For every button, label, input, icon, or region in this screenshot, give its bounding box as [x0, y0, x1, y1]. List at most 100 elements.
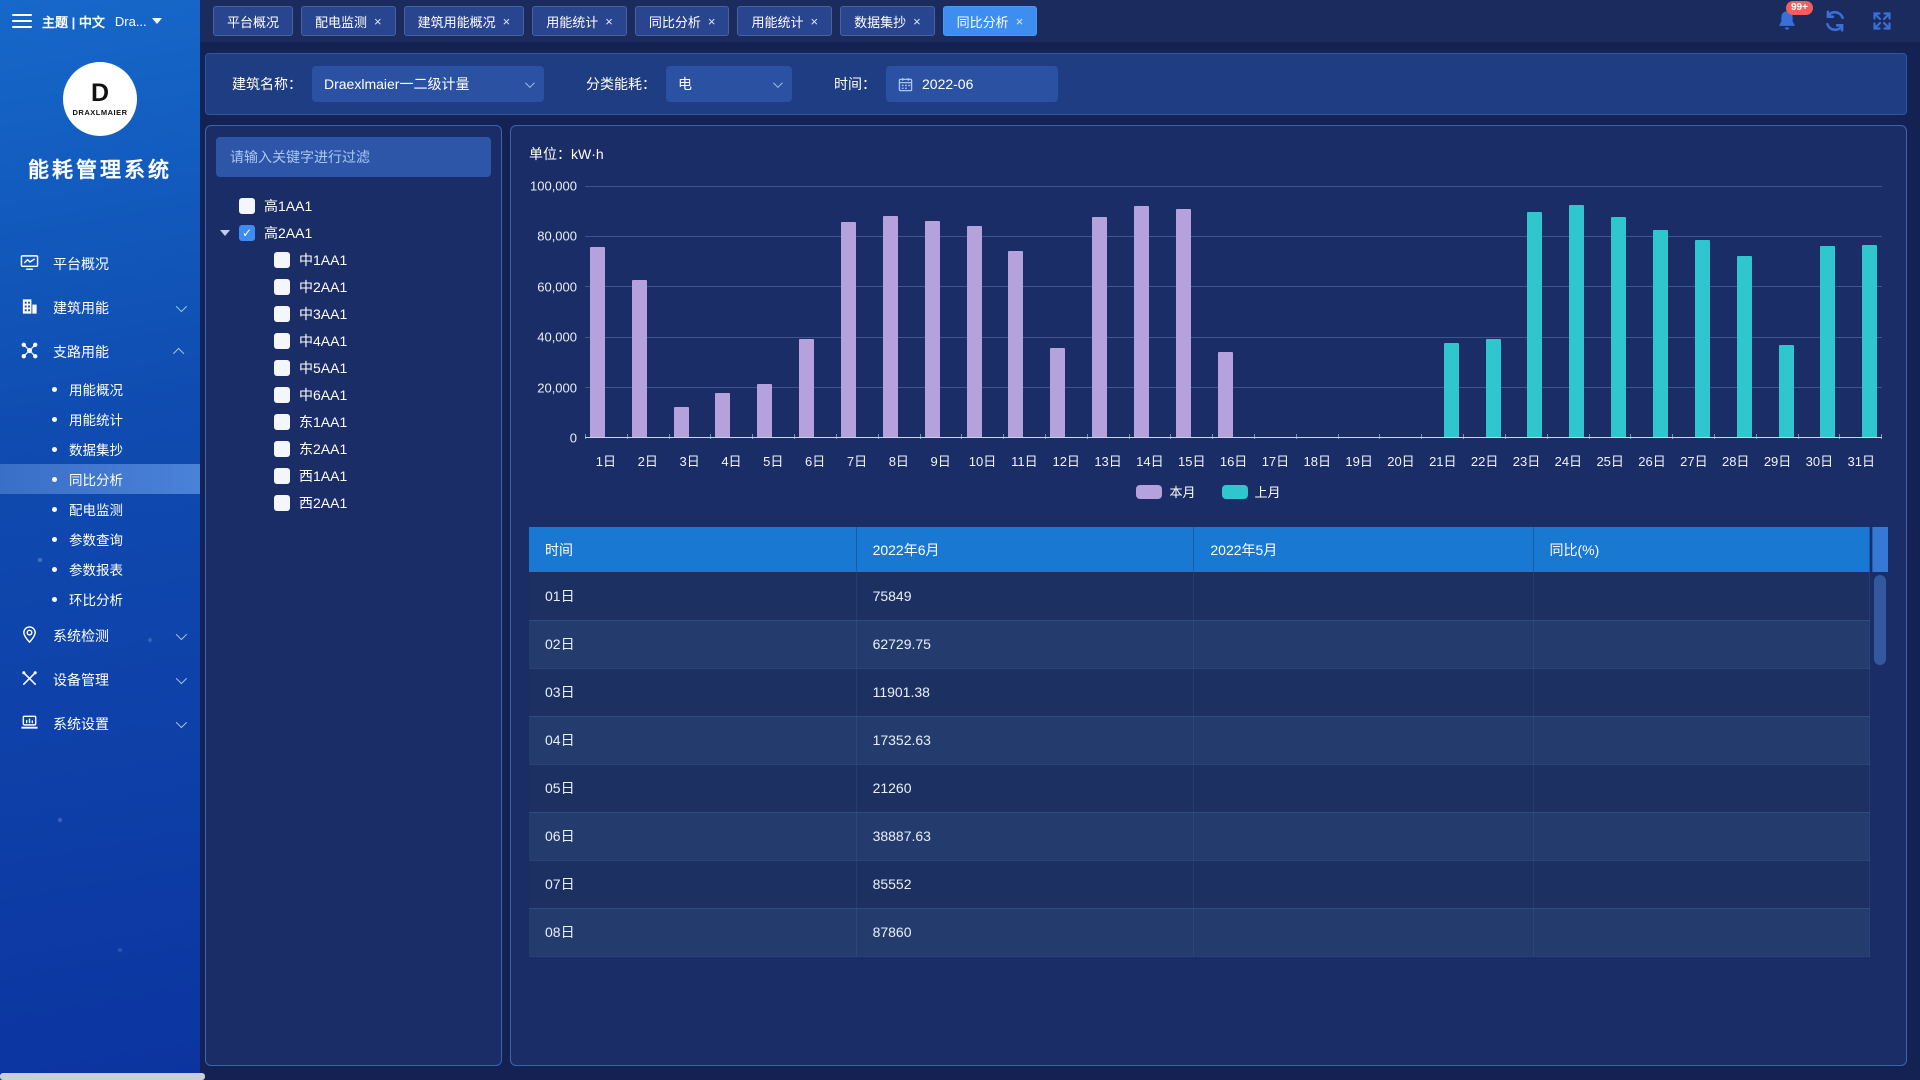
legend-item-上月[interactable]: 上月 — [1222, 482, 1281, 501]
y-axis-tick-label: 20,000 — [537, 380, 577, 395]
tab-同比分析-7[interactable]: 同比分析× — [943, 6, 1038, 36]
tree-node-西1AA1[interactable]: 西1AA1 — [216, 462, 491, 489]
tree-node-东1AA1[interactable]: 东1AA1 — [216, 408, 491, 435]
tab-close-icon[interactable]: × — [374, 15, 382, 28]
table-cell — [1533, 812, 1869, 860]
checkbox-中4AA1[interactable] — [274, 333, 290, 349]
tree-node-中3AA1[interactable]: 中3AA1 — [216, 300, 491, 327]
tab-平台概况-0[interactable]: 平台概况 — [213, 6, 293, 36]
horizontal-scrollbar[interactable] — [0, 1073, 205, 1080]
table-vertical-scrollbar[interactable] — [1874, 575, 1886, 665]
user-menu[interactable]: Dra... — [115, 14, 162, 29]
checkbox-西2AA1[interactable] — [274, 495, 290, 511]
x-axis-tick-label: 28日 — [1715, 451, 1757, 470]
sidebar-item-系统设置[interactable]: 系统设置 — [0, 702, 200, 746]
tick — [795, 434, 837, 439]
sidebar-subitem-用能统计[interactable]: 用能统计 — [0, 404, 200, 434]
tab-close-icon[interactable]: × — [708, 15, 716, 28]
bar-slot-9日 — [920, 186, 962, 437]
fullscreen-icon[interactable] — [1870, 9, 1894, 33]
tab-close-icon[interactable]: × — [810, 15, 818, 28]
sidebar-subitem-数据集抄[interactable]: 数据集抄 — [0, 434, 200, 464]
tree-node-西2AA1[interactable]: 西2AA1 — [216, 489, 491, 516]
tab-close-icon[interactable]: × — [913, 15, 921, 28]
sidebar-subitem-用能概况[interactable]: 用能概况 — [0, 374, 200, 404]
tree-node-中5AA1[interactable]: 中5AA1 — [216, 354, 491, 381]
table-cell: 08日 — [529, 908, 856, 956]
x-axis-tick-label: 29日 — [1757, 451, 1799, 470]
tab-close-icon[interactable]: × — [1016, 15, 1024, 28]
legend-label: 本月 — [1169, 482, 1195, 501]
caret-expanded-icon[interactable] — [220, 230, 230, 236]
x-axis-tick-label: 20日 — [1380, 451, 1422, 470]
table-cell — [1533, 572, 1869, 620]
tab-建筑用能概况-2[interactable]: 建筑用能概况× — [404, 6, 525, 36]
bar-上月-24日 — [1569, 205, 1584, 437]
sidebar-subitem-配电监测[interactable]: 配电监测 — [0, 494, 200, 524]
tick — [1213, 434, 1255, 439]
checkbox-西1AA1[interactable] — [274, 468, 290, 484]
tick — [1464, 434, 1506, 439]
table-cell: 03日 — [529, 668, 856, 716]
bar-上月-21日 — [1444, 343, 1459, 437]
subitem-label: 用能统计 — [69, 409, 123, 429]
theme-language-label[interactable]: 主题 | 中文 — [42, 12, 105, 31]
checkbox-中3AA1[interactable] — [274, 306, 290, 322]
sidebar-subitem-参数查询[interactable]: 参数查询 — [0, 524, 200, 554]
topbar: 平台概况配电监测×建筑用能概况×用能统计×同比分析×用能统计×数据集抄×同比分析… — [200, 0, 1920, 42]
tools-icon — [20, 669, 39, 691]
chevron-down-icon — [176, 629, 187, 640]
table-cell — [1194, 764, 1533, 812]
tab-同比分析-4[interactable]: 同比分析× — [635, 6, 730, 36]
tree-node-中4AA1[interactable]: 中4AA1 — [216, 327, 491, 354]
bar-本月-4日 — [715, 393, 730, 437]
sidebar-item-平台概况[interactable]: 平台概况 — [0, 242, 200, 286]
sidebar-subitem-参数报表[interactable]: 参数报表 — [0, 554, 200, 584]
table-cell: 11901.38 — [856, 668, 1194, 716]
tree-node-高1AA1[interactable]: 高1AA1 — [216, 192, 491, 219]
menu-item-label: 平台概况 — [53, 254, 109, 274]
x-axis-tick-label: 19日 — [1338, 451, 1380, 470]
sidebar-subitem-环比分析[interactable]: 环比分析 — [0, 584, 200, 614]
month-picker[interactable]: 2022-06 — [886, 66, 1058, 102]
sidebar-item-设备管理[interactable]: 设备管理 — [0, 658, 200, 702]
table-cell — [1533, 860, 1869, 908]
checkbox-东1AA1[interactable] — [274, 414, 290, 430]
bar-本月-13日 — [1092, 217, 1107, 437]
tab-用能统计-3[interactable]: 用能统计× — [532, 6, 627, 36]
tab-用能统计-5[interactable]: 用能统计× — [737, 6, 832, 36]
chevron-down-icon — [525, 78, 535, 88]
notification-bell-icon[interactable]: 99+ — [1774, 8, 1800, 34]
tab-close-icon[interactable]: × — [503, 15, 511, 28]
tree-search-input[interactable] — [216, 137, 491, 177]
tab-数据集抄-6[interactable]: 数据集抄× — [840, 6, 935, 36]
tree-node-中6AA1[interactable]: 中6AA1 — [216, 381, 491, 408]
building-select[interactable]: Draexlmaier一二级计量 — [312, 66, 544, 102]
bar-本月-9日 — [925, 221, 940, 437]
refresh-icon[interactable] — [1822, 8, 1848, 34]
tab-配电监测-1[interactable]: 配电监测× — [301, 6, 396, 36]
sidebar-subitem-同比分析[interactable]: 同比分析 — [0, 464, 200, 494]
hamburger-menu-icon[interactable] — [12, 14, 32, 28]
sidebar-item-系统检测[interactable]: 系统检测 — [0, 614, 200, 658]
sidebar-item-建筑用能[interactable]: 建筑用能 — [0, 286, 200, 330]
tree-node-东2AA1[interactable]: 东2AA1 — [216, 435, 491, 462]
tree-node-高2AA1[interactable]: ✓高2AA1 — [216, 219, 491, 246]
table-cell: 21260 — [856, 764, 1194, 812]
sidebar-item-支路用能[interactable]: 支路用能 — [0, 330, 200, 374]
bullet-icon — [52, 507, 57, 512]
checkbox-中1AA1[interactable] — [274, 252, 290, 268]
checkbox-中6AA1[interactable] — [274, 387, 290, 403]
checkbox-高2AA1[interactable]: ✓ — [239, 225, 255, 241]
legend-item-本月[interactable]: 本月 — [1136, 482, 1195, 501]
checkbox-东2AA1[interactable] — [274, 441, 290, 457]
tree-node-中1AA1[interactable]: 中1AA1 — [216, 246, 491, 273]
checkbox-中2AA1[interactable] — [274, 279, 290, 295]
column-header-2022年5月: 2022年5月 — [1194, 527, 1533, 572]
checkbox-高1AA1[interactable] — [239, 198, 255, 214]
tab-close-icon[interactable]: × — [605, 15, 613, 28]
tree-node-中2AA1[interactable]: 中2AA1 — [216, 273, 491, 300]
checkbox-中5AA1[interactable] — [274, 360, 290, 376]
energy-type-select[interactable]: 电 — [666, 66, 792, 102]
bar-slot-2日 — [627, 186, 669, 437]
